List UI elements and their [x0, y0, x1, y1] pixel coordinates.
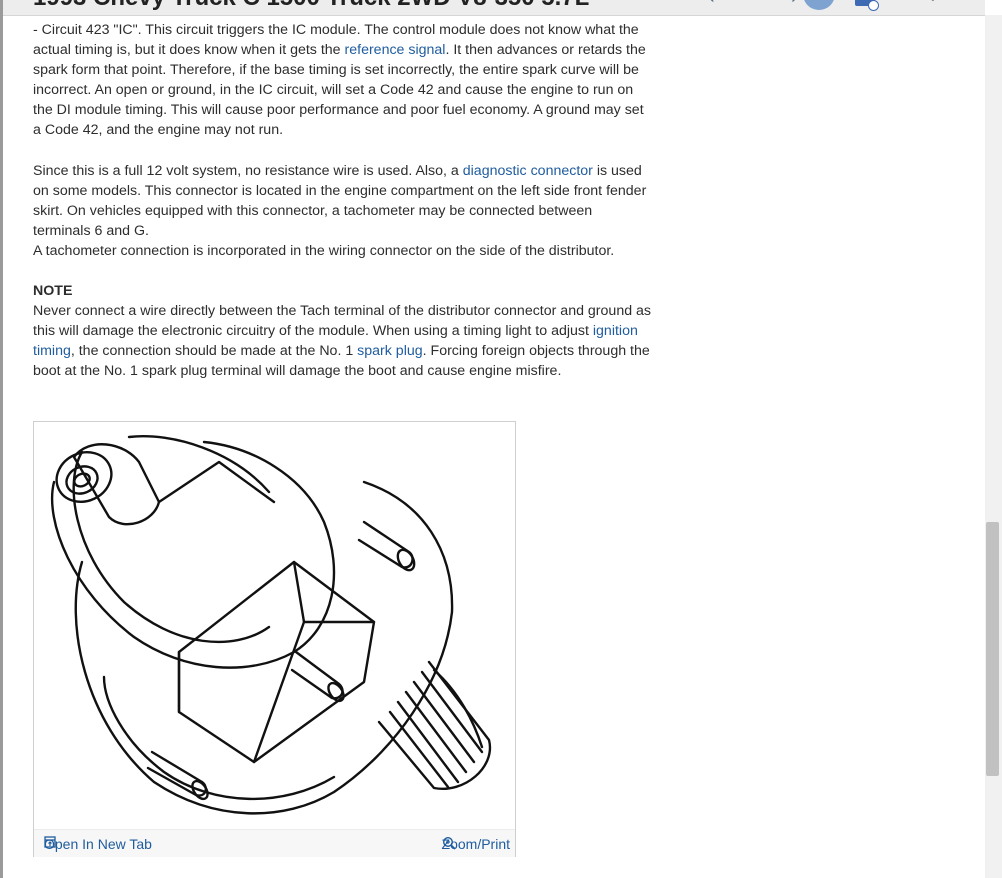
- add-to-list-icon[interactable]: [855, 0, 879, 11]
- paragraph-tachometer: A tachometer connection is incorporated …: [33, 242, 615, 259]
- window-left-border: [0, 0, 3, 878]
- avatar[interactable]: [803, 0, 835, 10]
- text-segment: Since this is a full 12 volt system, no …: [33, 162, 463, 179]
- page-title: 1993 Chevy Truck C 1500 Truck 2WD V8-350…: [33, 0, 589, 12]
- text-segment: Never connect a wire directly between th…: [33, 303, 652, 340]
- paragraph-diagnostic-connector: Since this is a full 12 volt system, no …: [33, 161, 653, 241]
- figure-toolbar: Open In New Tab Zoom/Print: [34, 829, 515, 857]
- paragraph-note: Never connect a wire directly between th…: [33, 301, 653, 381]
- chevron-right-icon[interactable]: ›: [791, 0, 798, 9]
- zoom-in-icon: [442, 836, 456, 850]
- distributor-illustration: [50, 435, 492, 815]
- text-segment: , the connection should be made at the N…: [70, 343, 358, 360]
- chevron-left-icon[interactable]: ‹: [708, 0, 715, 9]
- figure-distributor-connector: Open In New Tab Zoom/Print: [33, 421, 516, 857]
- paragraph-circuit-423: - Circuit 423 "IC". This circuit trigger…: [33, 20, 653, 141]
- page-header: 1993 Chevy Truck C 1500 Truck 2WD V8-350…: [3, 0, 985, 16]
- vertical-scrollbar[interactable]: [985, 15, 1002, 878]
- note-heading: NOTE: [33, 283, 73, 300]
- link-reference-signal[interactable]: reference signal: [345, 42, 446, 58]
- article-body: - Circuit 423 "IC". This circuit trigger…: [33, 20, 653, 382]
- scrollbar-thumb[interactable]: [986, 522, 999, 776]
- zoom-print-button[interactable]: Zoom/Print: [442, 836, 510, 852]
- open-new-tab-icon: [44, 836, 56, 848]
- open-new-tab-label: Open In New Tab: [44, 836, 152, 852]
- chevron-down-icon[interactable]: ⌄: [927, 0, 939, 5]
- link-diagnostic-connector[interactable]: diagnostic connector: [463, 163, 593, 179]
- open-new-tab-button[interactable]: Open In New Tab: [44, 836, 152, 852]
- link-spark-plug[interactable]: spark plug: [357, 343, 422, 359]
